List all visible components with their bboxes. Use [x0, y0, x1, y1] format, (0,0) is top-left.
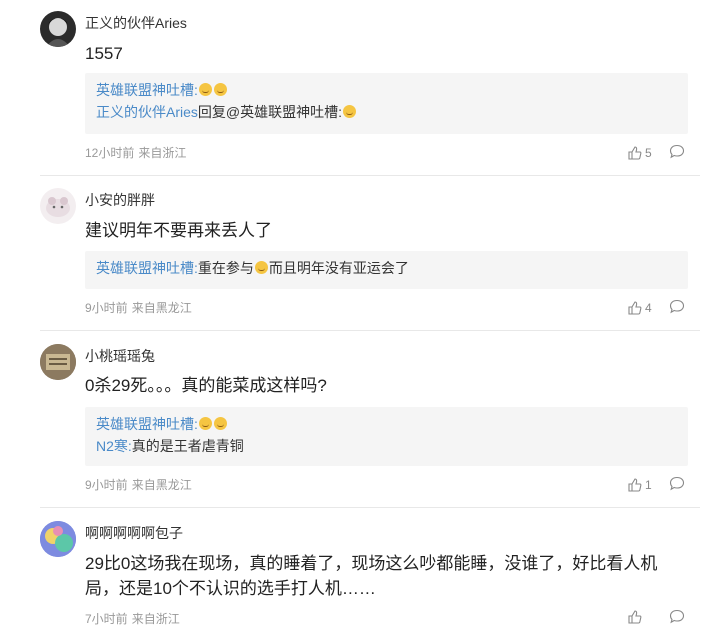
- timestamp: 9小时前: [85, 478, 128, 492]
- reply-username[interactable]: N2寒:: [96, 438, 132, 454]
- emoji-icon: [213, 83, 227, 96]
- reply-box: 英雄联盟神吐槽: N2寒:真的是王者虐青铜: [85, 407, 688, 466]
- avatar[interactable]: [40, 11, 76, 47]
- comment-text: 0杀29死。。。真的能菜成这样吗?: [85, 376, 327, 395]
- reply-text: 而且明年没有亚运会了: [268, 260, 409, 276]
- comment-text: 建议明年不要再来丢人了: [85, 221, 272, 240]
- like-count: 1: [645, 478, 652, 492]
- location: 来自浙江: [138, 146, 187, 160]
- username[interactable]: 小安的胖胖: [85, 190, 155, 210]
- avatar[interactable]: [40, 344, 76, 380]
- emoji-icon: [198, 83, 212, 96]
- thumbs-up-icon: [628, 478, 642, 492]
- username[interactable]: 正义的伙伴Aries: [85, 13, 187, 33]
- like-count: 4: [645, 301, 652, 315]
- thumbs-up-icon: [628, 146, 642, 160]
- avatar[interactable]: [40, 188, 76, 224]
- emoji-icon: [343, 105, 357, 118]
- comment-bubble-icon[interactable]: [669, 144, 685, 159]
- reply-username[interactable]: 英雄联盟神吐槽:: [96, 82, 198, 98]
- comment-text: 29比0这场我在现场，真的睡着了，现场这么吵都能睡，没谁了，好比看人机局，还是1…: [85, 554, 658, 598]
- reply-username[interactable]: 英雄联盟神吐槽:: [96, 260, 198, 276]
- username[interactable]: 小桃瑶瑶兔: [85, 346, 155, 366]
- reply-username[interactable]: 英雄联盟神吐槽:: [96, 416, 198, 432]
- like-button[interactable]: 1: [628, 477, 652, 493]
- reply-username[interactable]: 正义的伙伴Aries: [96, 104, 198, 120]
- emoji-icon: [254, 261, 268, 274]
- username[interactable]: 啊啊啊啊啊包子: [85, 523, 183, 543]
- comment-meta: 9小时前 来自黑龙江: [85, 477, 192, 493]
- comment-text: 1557: [85, 44, 123, 63]
- location: 来自黑龙江: [131, 301, 192, 315]
- thumbs-up-icon: [628, 610, 642, 624]
- like-count: 5: [645, 146, 652, 160]
- comment-bubble-icon[interactable]: [669, 609, 685, 624]
- comment-meta: 9小时前 来自黑龙江: [85, 300, 192, 316]
- comment-bubble-icon[interactable]: [669, 299, 685, 314]
- like-button[interactable]: 5: [628, 145, 652, 161]
- comment-bubble-icon[interactable]: [669, 476, 685, 491]
- reply-box: 英雄联盟神吐槽: 正义的伙伴Aries回复@英雄联盟神吐槽:: [85, 73, 688, 134]
- timestamp: 9小时前: [85, 301, 128, 315]
- emoji-icon: [198, 417, 212, 430]
- like-button[interactable]: 4: [628, 300, 652, 316]
- comment-meta: 12小时前 来自浙江: [85, 145, 186, 161]
- divider: [40, 175, 700, 176]
- divider: [40, 330, 700, 331]
- reply-text: 真的是王者虐青铜: [131, 438, 244, 454]
- reply-text: 回复@英雄联盟神吐槽:: [197, 104, 343, 120]
- divider: [40, 507, 700, 508]
- like-button[interactable]: [628, 610, 645, 624]
- thumbs-up-icon: [628, 301, 642, 315]
- comment-meta: 7小时前 来自浙江: [85, 611, 180, 627]
- emoji-icon: [213, 417, 227, 430]
- avatar[interactable]: [40, 521, 76, 557]
- reply-text: 重在参与: [197, 260, 254, 276]
- location: 来自黑龙江: [131, 478, 192, 492]
- reply-box: 英雄联盟神吐槽:重在参与 而且明年没有亚运会了: [85, 251, 688, 289]
- timestamp: 12小时前: [85, 146, 135, 160]
